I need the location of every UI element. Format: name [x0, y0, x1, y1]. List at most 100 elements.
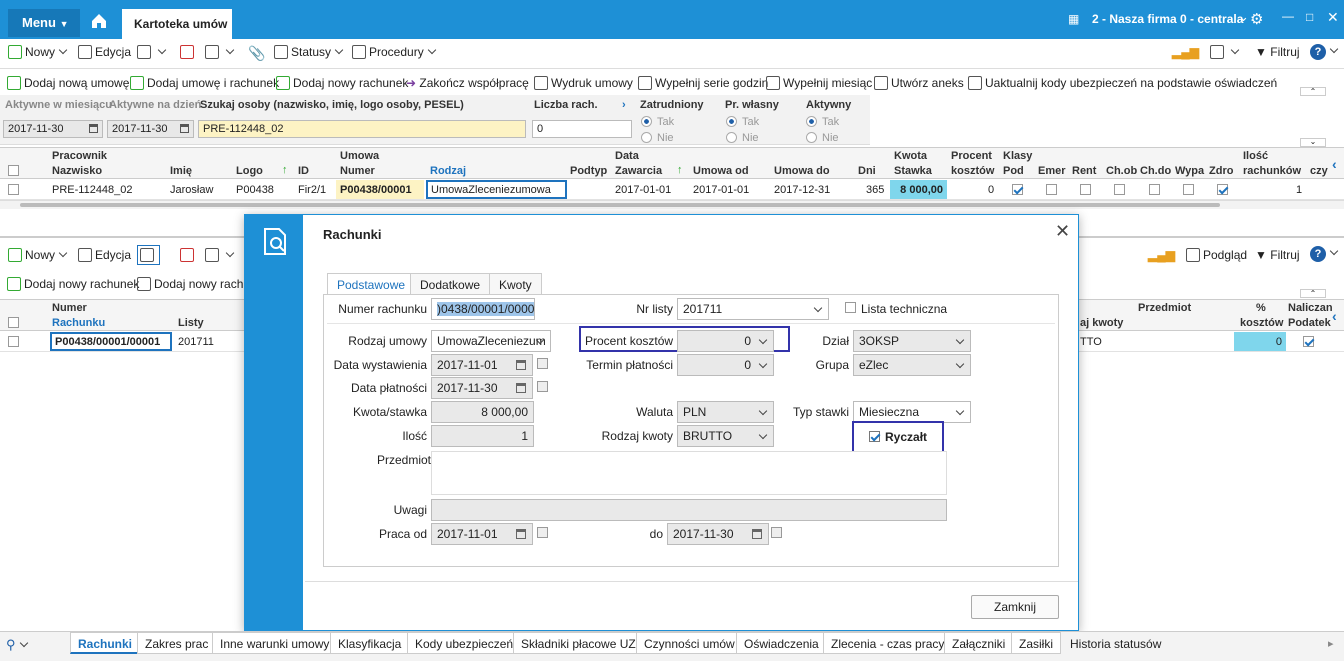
list-number-select[interactable]: 201711 [677, 298, 829, 320]
emer-checkbox[interactable] [1046, 184, 1057, 195]
own-no-radio[interactable]: Nie [726, 132, 759, 144]
tab-bills[interactable]: Rachunki [70, 632, 141, 654]
help-button[interactable]: ? [1310, 44, 1339, 60]
employed-yes-radio[interactable]: Tak [641, 116, 674, 128]
col-from[interactable]: Umowa od [693, 165, 749, 177]
tab-orders-time[interactable]: Zlecenia - czas pracy [823, 632, 953, 654]
tab-declarations[interactable]: Oświadczenia [736, 632, 827, 654]
minimize-icon[interactable]: — [1282, 9, 1294, 23]
issue-date-checkbox[interactable] [537, 358, 548, 369]
col-subject[interactable]: Przedmiot [1138, 302, 1191, 314]
payment-date-checkbox[interactable] [537, 381, 548, 392]
employed-no-radio[interactable]: Nie [641, 132, 674, 144]
col-surname[interactable]: Nazwisko [52, 165, 102, 177]
fill-hours-button[interactable]: Wypełnij serie godzin [638, 76, 768, 90]
tab-amounts[interactable]: Kwoty [489, 273, 542, 295]
work-to-checkbox[interactable] [771, 527, 782, 538]
bills-print-button[interactable] [205, 248, 235, 262]
payment-date-input[interactable]: 2017-11-30 [431, 377, 533, 399]
scroll-right-icon[interactable]: ▸ [1328, 637, 1334, 650]
work-to-input[interactable]: 2017-11-30 [667, 523, 769, 545]
issue-date-input[interactable]: 2017-11-01 [431, 354, 533, 376]
group-select[interactable]: eZlec [853, 354, 971, 376]
col-costs[interactable]: kosztów [951, 165, 994, 177]
expand-down-icon[interactable]: ⌄ [1300, 138, 1326, 147]
chevron-down-icon[interactable]: ⌄ [1238, 9, 1249, 25]
bills-preview-text-button[interactable]: Podgląd [1186, 248, 1247, 262]
bills-help-button[interactable]: ? [1310, 246, 1339, 262]
cost-percent-select[interactable]: 0 [677, 330, 774, 352]
cell-bill[interactable]: P00438/00001/00001 [50, 332, 172, 351]
col-to[interactable]: Umowa do [774, 165, 830, 177]
col-type[interactable]: Rodzaj [430, 165, 466, 177]
tab-allowances[interactable]: Zasiłki [1011, 632, 1062, 654]
col-czy[interactable]: czy [1310, 165, 1328, 177]
cell-type[interactable]: UmowaZleceniezumowa [426, 180, 567, 199]
new-button[interactable]: Nowy [8, 45, 68, 59]
settings-button[interactable] [1210, 45, 1240, 59]
zdro-checkbox[interactable] [1217, 184, 1228, 195]
calendar-icon[interactable] [752, 529, 762, 539]
col-days[interactable]: Dni [858, 165, 876, 177]
tab-classification[interactable]: Klasyfikacja [330, 632, 410, 654]
rate-type-select[interactable]: Miesieczna [853, 401, 971, 423]
bills-edit-button[interactable]: Edycja [78, 248, 131, 262]
menu-button[interactable]: Menu ▼ [8, 9, 80, 37]
filter-button[interactable]: ▼ Filtruj [1255, 45, 1300, 59]
create-annex-button[interactable]: Utwórz aneks [874, 76, 964, 90]
apps-grid-icon[interactable]: ▦ [1068, 12, 1079, 26]
print-button[interactable] [205, 45, 235, 59]
calendar-icon[interactable] [516, 383, 526, 393]
col-chob[interactable]: Ch.ob [1106, 165, 1137, 177]
col-chdo[interactable]: Ch.do [1140, 165, 1171, 177]
horizontal-scrollbar[interactable] [0, 200, 1344, 209]
col-kwoty[interactable]: aj kwoty [1080, 317, 1123, 329]
bills-new-button[interactable]: Nowy [8, 248, 68, 262]
wypa-checkbox[interactable] [1183, 184, 1194, 195]
amount-input[interactable]: 8 000,00 [431, 401, 534, 423]
bills-chart-button[interactable]: ▂▄▆ [1148, 248, 1175, 262]
tab-pay-components[interactable]: Składniki płacowe UZ [513, 632, 644, 654]
preview-button[interactable] [137, 45, 167, 59]
col-lists[interactable]: Listy [178, 317, 204, 329]
bills-preview-button[interactable] [137, 245, 160, 265]
lump-sum-checkbox[interactable] [869, 431, 880, 442]
search-input[interactable]: PRE-112448_02 [198, 120, 526, 138]
col-name[interactable]: Imię [170, 165, 192, 177]
col-nalicz[interactable]: Naliczan [1288, 302, 1333, 314]
tab-additional[interactable]: Dodatkowe [410, 273, 491, 295]
col-emer[interactable]: Emer [1038, 165, 1066, 177]
col-number[interactable]: Numer [340, 165, 375, 177]
bill-number-input[interactable]: )0438/00001/00001 [431, 298, 535, 320]
select-all-checkbox[interactable] [8, 165, 19, 176]
add-contract-button[interactable]: Dodaj nową umowę [7, 76, 129, 90]
notes-input[interactable] [431, 499, 947, 521]
tab-attachments[interactable]: Załączniki [944, 632, 1014, 654]
tech-list-checkbox[interactable] [845, 302, 856, 313]
row-checkbox[interactable] [8, 336, 19, 347]
tab-status-history[interactable]: Historia statusów [1062, 632, 1170, 654]
col-concluded[interactable]: Zawarcia [615, 165, 662, 177]
active-yes-radio[interactable]: Tak [806, 116, 839, 128]
finish-cooperation-button[interactable]: ➜ Zakończ współpracę [406, 76, 529, 90]
work-from-input[interactable]: 2017-11-01 [431, 523, 533, 545]
select-all-checkbox[interactable] [8, 317, 19, 328]
calendar-icon[interactable] [180, 124, 189, 133]
count-input[interactable]: 0 [532, 120, 632, 138]
print-contract-button[interactable]: Wydruk umowy [534, 76, 633, 90]
bills-delete-button[interactable] [180, 248, 197, 262]
sort-icon[interactable]: ↑ [677, 164, 683, 176]
company-selector[interactable]: 2 - Nasza firma 0 - centrala [1092, 12, 1243, 26]
col-logo[interactable]: Logo [236, 165, 263, 177]
fill-month-button[interactable]: Wypełnij miesiąc [766, 76, 872, 90]
scrollbar-thumb[interactable] [20, 203, 1220, 207]
view-selector-icon[interactable]: ⚲ [6, 637, 28, 653]
calendar-icon[interactable] [89, 124, 98, 133]
col-subtype[interactable]: Podtyp [570, 165, 607, 177]
bills-add-button[interactable]: Dodaj nowy rachunek [7, 277, 139, 291]
update-codes-button[interactable]: Uaktualnij kody ubezpieczeń na podstawie… [968, 76, 1277, 90]
active-month-field[interactable]: 2017-11-30 [3, 120, 103, 138]
tab-basic[interactable]: Podstawowe [327, 273, 416, 295]
sort-icon[interactable]: ↑ [282, 164, 288, 176]
tab-other-terms[interactable]: Inne warunki umowy [212, 632, 338, 654]
